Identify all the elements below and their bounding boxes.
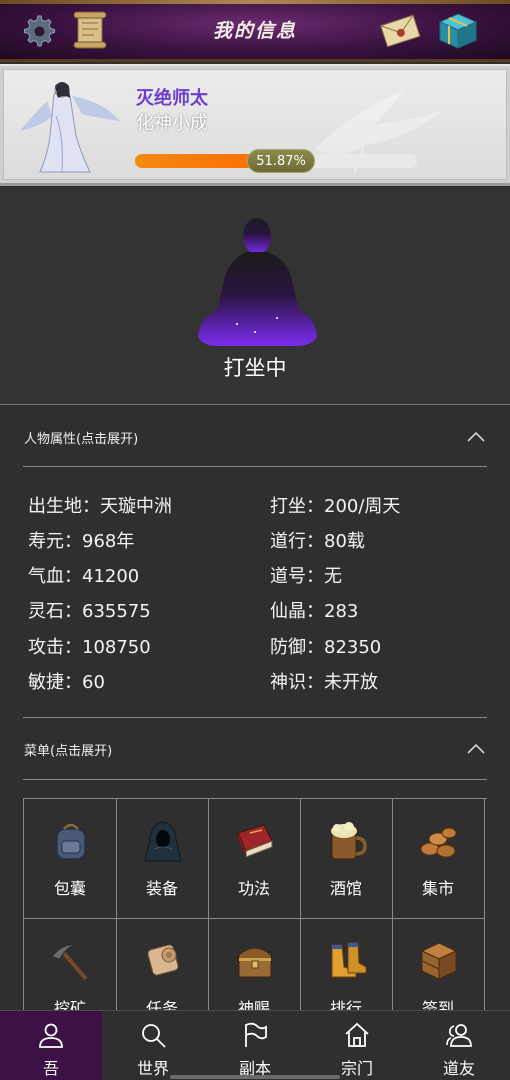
nav-tab-me[interactable]: 吾 — [0, 1011, 102, 1080]
progress-percent-label: 51.87% — [247, 149, 315, 173]
attribute-attack: 攻击：108750 — [28, 637, 151, 658]
attribute-meditation: 打坐：200/周天 — [270, 496, 401, 517]
book-icon — [237, 824, 273, 858]
attribute-birthplace: 出生地：天璇中洲 — [28, 496, 172, 517]
avatar — [20, 82, 120, 173]
character-name: 灭绝师太 — [136, 88, 208, 109]
backpack-icon — [56, 823, 86, 860]
profile-panel: 灭绝师太 化神小成 51.87% — [3, 69, 507, 180]
nav-tab-sect[interactable]: 宗门 — [306, 1011, 408, 1080]
nav-label: 道友 — [442, 1059, 475, 1078]
menu-item-market[interactable]: 集市 — [392, 799, 485, 919]
nav-tab-dungeon[interactable]: 副本 — [204, 1011, 306, 1080]
menu-item-label: 装备 — [145, 879, 178, 898]
scroll-icon — [147, 944, 179, 976]
nav-tab-friends[interactable]: 道友 — [408, 1011, 510, 1080]
home-indicator — [170, 1075, 340, 1079]
boots-icon — [331, 942, 367, 978]
crate-icon — [420, 942, 458, 980]
home-icon — [345, 1022, 369, 1047]
attribute-lifespan: 寿元：968年 — [28, 531, 135, 552]
gift-icon[interactable] — [436, 8, 480, 52]
person-icon — [39, 1023, 63, 1048]
menu-item-tavern[interactable]: 酒馆 — [300, 799, 393, 919]
menu-item-backpack[interactable]: 包囊 — [24, 799, 117, 919]
attribute-immortal-crystals: 仙晶：283 — [270, 601, 359, 622]
attribute-agility: 敏捷：60 — [28, 672, 105, 693]
attribute-spirit-stones: 灵石：635575 — [28, 601, 151, 622]
nav-tab-world[interactable]: 世界 — [102, 1011, 204, 1080]
menu-item-label: 功法 — [237, 879, 270, 898]
bottom-nav: 吾 世界 副本 宗门 道友 — [0, 1010, 510, 1080]
divider — [23, 779, 487, 780]
attribute-health: 气血：41200 — [28, 566, 140, 587]
cloak-icon — [144, 821, 182, 862]
divider — [23, 466, 487, 467]
meditation-area: 打坐中 — [0, 188, 510, 404]
friends-icon — [446, 1024, 472, 1047]
divider — [0, 404, 510, 405]
treasure-chest-icon — [238, 947, 272, 978]
menu-section-header[interactable]: 菜单(点击展开) — [24, 740, 112, 759]
menu-item-label: 集市 — [421, 879, 454, 898]
menu-item-label: 酒馆 — [329, 879, 362, 898]
page-title: 我的信息 — [212, 20, 297, 42]
search-icon — [142, 1024, 166, 1048]
cultivation-progress-bar: 51.87% — [135, 149, 417, 173]
mail-icon[interactable] — [378, 8, 422, 52]
nav-label: 吾 — [42, 1059, 59, 1078]
beer-mug-icon — [331, 822, 367, 860]
meditation-status: 打坐中 — [223, 356, 287, 380]
attribute-defense: 防御：82350 — [270, 637, 382, 658]
attributes-section-header[interactable]: 人物属性(点击展开) — [24, 428, 138, 447]
chevron-up-icon[interactable] — [466, 429, 486, 443]
meditating-figure-icon[interactable] — [195, 214, 320, 348]
attribute-divine-sense: 神识：未开放 — [270, 672, 378, 693]
divider — [23, 717, 487, 718]
attribute-dao-title: 道号：无 — [270, 566, 342, 587]
menu-item-label: 包囊 — [53, 879, 86, 898]
chevron-up-icon[interactable] — [466, 741, 486, 755]
pickaxe-icon — [51, 944, 88, 981]
profile-card: 灭绝师太 化神小成 51.87% — [0, 64, 510, 186]
menu-item-skills[interactable]: 功法 — [208, 799, 301, 919]
menu-grid: 包囊 装备 功法 酒馆 集市 挖矿 任务 神赐 排行 签到 — [23, 798, 487, 1039]
attribute-dao-years: 道行：80载 — [270, 531, 365, 552]
cultivation-realm: 化神小成 — [136, 113, 208, 134]
coins-icon — [420, 827, 457, 858]
flag-icon — [245, 1022, 267, 1047]
menu-item-equipment[interactable]: 装备 — [116, 799, 209, 919]
top-bar: 我的信息 — [0, 0, 510, 62]
